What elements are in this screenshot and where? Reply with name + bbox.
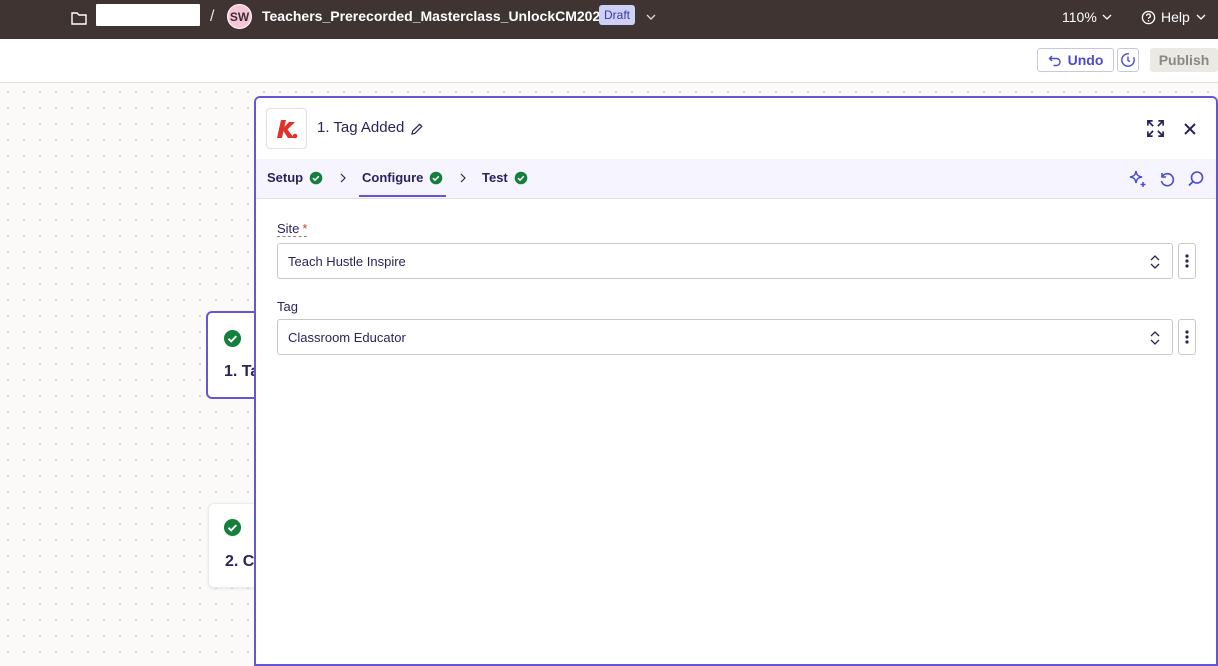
tab-setup[interactable]: Setup (267, 170, 323, 185)
tab-test[interactable]: Test (482, 170, 528, 185)
history-button[interactable] (1117, 48, 1139, 72)
publish-button[interactable]: Publish (1150, 48, 1218, 72)
step-title: 1. Tag Added (317, 119, 405, 136)
tag-select-value: Classroom Educator (288, 329, 406, 345)
top-bar: / SW Teachers_Prerecorded_Masterclass_Un… (0, 0, 1218, 39)
site-field-label: Site * (277, 221, 308, 237)
chevron-down-icon (1196, 14, 1206, 20)
expand-icon[interactable] (1146, 119, 1165, 138)
undo-label: Undo (1067, 52, 1104, 68)
chevron-up-down-icon (1150, 331, 1160, 345)
search-icon[interactable] (1186, 169, 1206, 189)
editor-toolbar: Undo Publish (0, 39, 1218, 83)
pencil-icon[interactable] (410, 122, 424, 136)
site-select[interactable]: Teach Hustle Inspire (277, 243, 1173, 279)
kebab-menu-icon (1185, 254, 1189, 268)
chevron-down-icon (1102, 14, 1112, 20)
check-circle-icon (514, 171, 528, 184)
kajabi-logo-icon (276, 119, 297, 138)
zap-title[interactable]: Teachers_Prerecorded_Masterclass_UnlockC… (262, 8, 608, 24)
help-icon (1141, 10, 1156, 24)
help-label: Help (1161, 9, 1190, 25)
avatar[interactable]: SW (227, 4, 252, 29)
active-tab-indicator (359, 195, 446, 197)
step-panel: 1. Tag Added Setup Configure Test Site *… (254, 96, 1218, 666)
site-field-menu-button[interactable] (1178, 243, 1196, 279)
kebab-menu-icon (1185, 330, 1189, 344)
check-circle-icon (430, 171, 443, 184)
site-label-text: Site (277, 221, 300, 236)
tab-configure[interactable]: Configure (362, 170, 443, 185)
check-circle-icon (309, 171, 323, 184)
zoom-value: 110% (1062, 9, 1097, 25)
app-logo (266, 108, 307, 149)
folder-icon[interactable] (70, 9, 88, 27)
panel-header: 1. Tag Added (256, 98, 1216, 159)
chevron-up-down-icon (1150, 255, 1160, 269)
close-icon[interactable] (1182, 121, 1198, 137)
sparkle-icon[interactable] (1128, 169, 1148, 189)
tag-field-label: Tag (277, 299, 298, 314)
tag-field-menu-button[interactable] (1178, 319, 1196, 355)
help-menu[interactable]: Help (1141, 9, 1207, 25)
history-icon (1121, 53, 1135, 67)
site-select-value: Teach Hustle Inspire (288, 253, 406, 269)
tag-select[interactable]: Classroom Educator (277, 319, 1173, 355)
chevron-right-icon (340, 173, 346, 183)
undo-icon (1048, 55, 1061, 67)
node-label: 2. C (225, 553, 255, 570)
breadcrumb-separator: / (210, 8, 215, 25)
folder-name-redacted[interactable] (96, 4, 200, 26)
tab-label: Configure (362, 170, 424, 185)
check-circle-icon (223, 329, 242, 348)
tab-label: Setup (267, 170, 304, 185)
check-circle-icon (223, 518, 242, 537)
undo-button[interactable]: Undo (1037, 48, 1114, 72)
step-tabs: Setup Configure Test (256, 159, 1216, 199)
chevron-right-icon (460, 173, 466, 183)
tab-label: Test (482, 170, 508, 185)
status-badge: Draft (599, 5, 636, 25)
chevron-down-icon[interactable] (644, 10, 658, 24)
required-marker: * (302, 221, 308, 236)
zoom-dropdown[interactable]: 110% (1062, 9, 1113, 25)
undo-circle-icon[interactable] (1157, 169, 1177, 189)
